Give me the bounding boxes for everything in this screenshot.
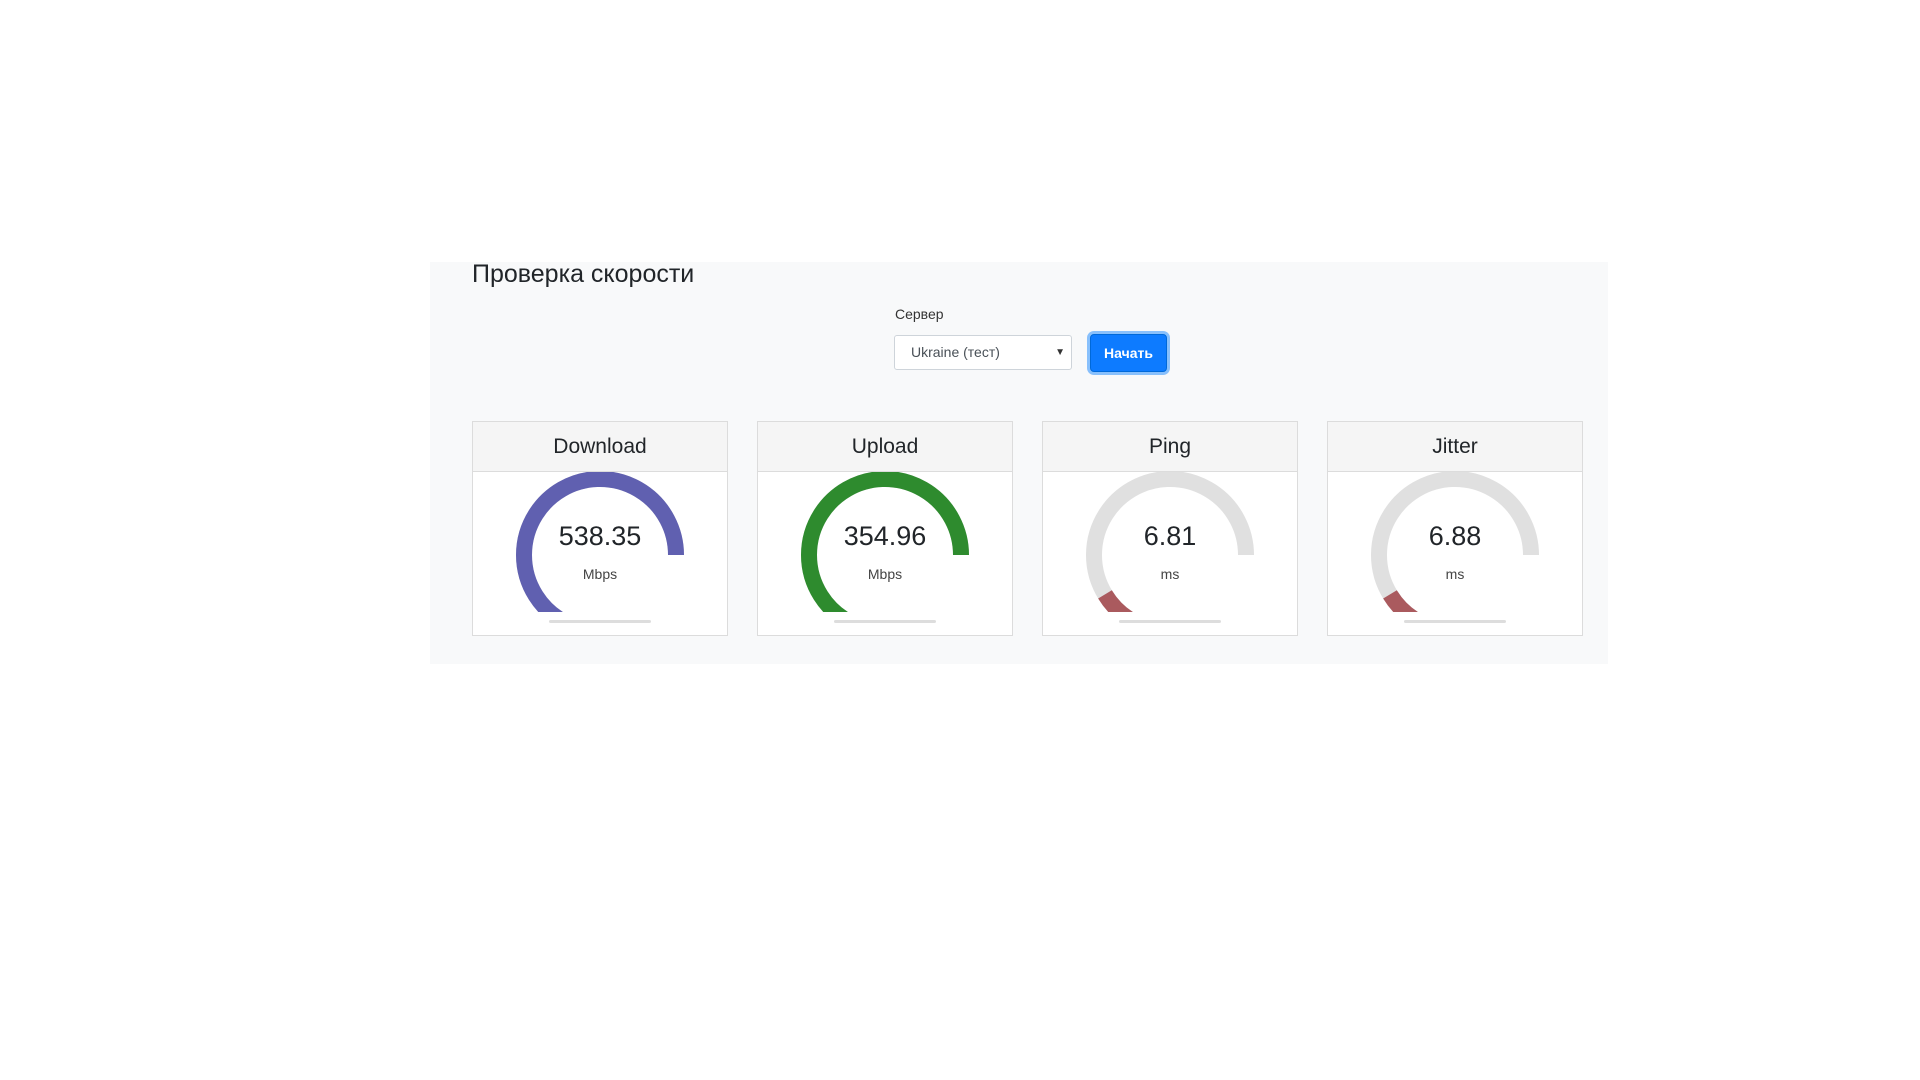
download-card: Download 538.35 Mbps — [472, 421, 728, 636]
jitter-title: Jitter — [1328, 422, 1582, 472]
ping-gauge-fill — [1098, 589, 1134, 612]
download-unit: Mbps — [582, 566, 618, 582]
chevron-down-icon: ▼ — [1055, 347, 1065, 358]
server-select-value: Ukraine (тест) — [911, 344, 1000, 360]
upload-title: Upload — [758, 422, 1012, 472]
server-select[interactable]: Ukraine (тест) ▼ — [894, 335, 1072, 370]
jitter-gauge-fill — [1383, 589, 1419, 612]
upload-progress-bar — [834, 620, 936, 623]
ping-title: Ping — [1043, 422, 1297, 472]
upload-card: Upload 354.96 Mbps — [757, 421, 1013, 636]
jitter-progress-bar — [1404, 620, 1506, 623]
jitter-card: Jitter 6.88 ms — [1327, 421, 1583, 636]
speedtest-panel: Проверка скорости Сервер Ukraine (тест) … — [430, 262, 1608, 664]
ping-value: 6.81 — [1143, 521, 1197, 551]
jitter-unit: ms — [1445, 566, 1465, 582]
page-title: Проверка скорости — [472, 260, 695, 288]
jitter-value: 6.88 — [1428, 521, 1482, 551]
server-label: Сервер — [895, 306, 944, 322]
download-value: 538.35 — [558, 521, 642, 551]
start-button[interactable]: Начать — [1090, 334, 1167, 372]
ping-card: Ping 6.81 ms — [1042, 421, 1298, 636]
upload-unit: Mbps — [867, 566, 903, 582]
download-progress-bar — [549, 620, 651, 623]
download-title: Download — [473, 422, 727, 472]
upload-value: 354.96 — [843, 521, 927, 551]
ping-unit: ms — [1160, 566, 1180, 582]
ping-progress-bar — [1119, 620, 1221, 623]
